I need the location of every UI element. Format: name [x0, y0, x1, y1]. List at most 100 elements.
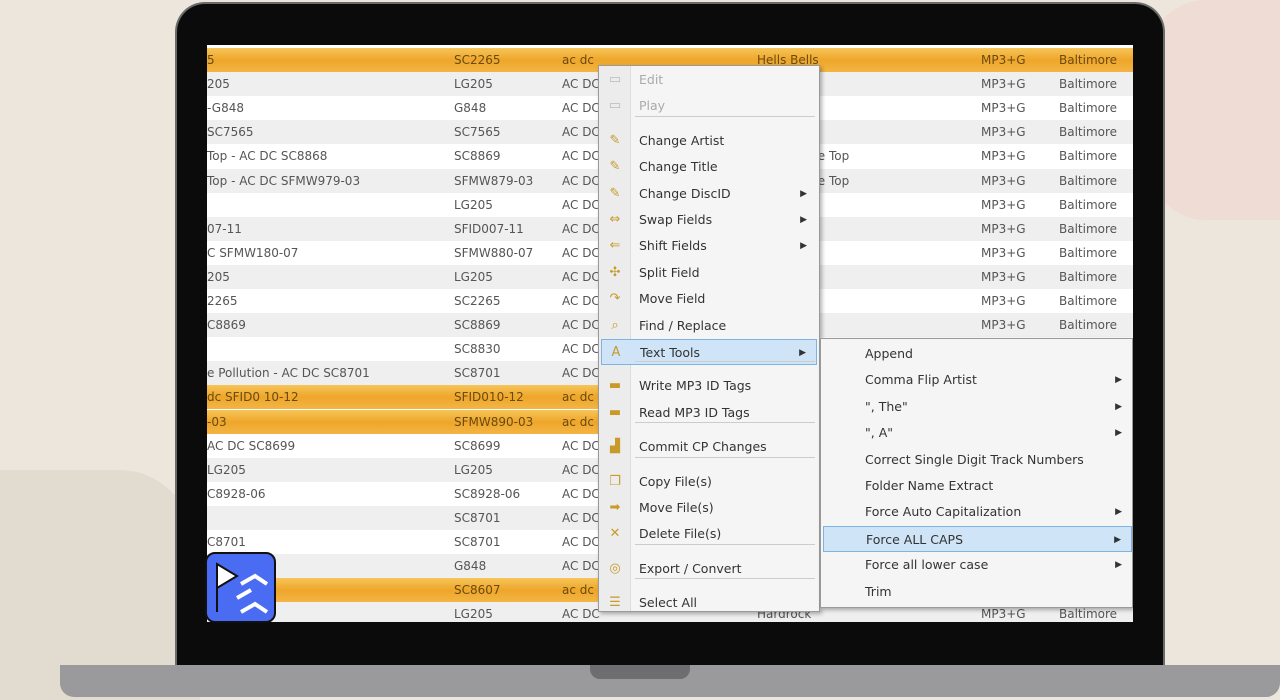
- move-icon: ↷: [609, 291, 621, 307]
- menu-item-label: Edit: [639, 72, 664, 87]
- cell-location: Baltimore: [1059, 77, 1118, 92]
- cell-artist: AC DC: [562, 269, 600, 284]
- menu-item-label: Change DiscID: [639, 185, 731, 201]
- menu-item-label: Append: [865, 346, 913, 361]
- menu-item-shift-fields[interactable]: ⇐ Shift Fields ▶: [601, 233, 817, 259]
- menu-item-a[interactable]: ", A" ▶: [823, 420, 1132, 446]
- cell-artist: AC DC: [562, 559, 600, 574]
- cell-artist: AC DC: [562, 535, 600, 549]
- cell-code: SC8701: [454, 366, 501, 381]
- menu-item-change-artist[interactable]: ✎ Change Artist: [601, 128, 817, 154]
- menu-item-label: Write MP3 ID Tags: [639, 378, 752, 394]
- cell-location: Baltimore: [1059, 318, 1118, 333]
- menu-item-the[interactable]: ", The" ▶: [823, 394, 1132, 420]
- cell-title: C8928-06: [207, 486, 266, 501]
- cell-title: C SFMW180-07: [207, 245, 299, 260]
- menu-separator: [635, 456, 815, 458]
- find-replace-icon: ⌕: [611, 317, 619, 333]
- context-menu: ▭ Edit ▭ Play ✎ Change Artist ✎ Change Title ✎ Ch…: [598, 65, 820, 612]
- cell-code: SC7565: [454, 125, 501, 140]
- cell-location: Baltimore: [1059, 101, 1118, 116]
- cell-artist: AC DC: [562, 342, 600, 357]
- menu-item-comma-flip-artist[interactable]: Comma Flip Artist ▶: [823, 367, 1132, 393]
- menu-item-label: Change Artist: [639, 132, 725, 148]
- cell-artist: AC DC: [562, 149, 600, 164]
- cell-location: Baltimore: [1059, 149, 1118, 164]
- cell-code: SC8869: [454, 318, 501, 333]
- submenu-arrow-icon: ▶: [1115, 375, 1122, 386]
- menu-item-move-field[interactable]: ↷ Move Field: [601, 286, 817, 312]
- menu-item-label: Change Title: [639, 159, 718, 175]
- cell-artist: AC DC: [562, 607, 600, 622]
- cell-artist: AC DC: [562, 486, 600, 501]
- menu-item-force-all-caps[interactable]: Force ALL CAPS ▶: [823, 525, 1132, 552]
- menu-item-copy-file-s[interactable]: ❐ Copy File(s): [601, 469, 817, 495]
- copy-icon: ❐: [609, 473, 621, 489]
- menu-item-change-discid[interactable]: ✎ Change DiscID ▶: [601, 181, 817, 207]
- cell-title: 5: [207, 53, 215, 67]
- menu-item-select-all[interactable]: ☰ Select All: [601, 590, 817, 616]
- shift-icon: ⇐: [609, 238, 621, 254]
- cell-title: C8869: [207, 318, 246, 333]
- cell-artist: AC DC: [562, 462, 600, 477]
- menu-item-label: Shift Fields: [639, 238, 707, 254]
- cell-artist: AC DC: [562, 173, 600, 188]
- submenu-arrow-icon: ▶: [1115, 428, 1122, 439]
- cell-code: SC8701: [454, 535, 501, 549]
- cell-code: SC8701: [454, 510, 501, 525]
- cell-title: C8701: [207, 535, 246, 549]
- cell-format: MP3+G: [981, 173, 1026, 188]
- cell-location: Baltimore: [1059, 294, 1118, 308]
- laptop-screen: 5 SC2265 ac dc Hells Bells MP3+G Baltimore 205…: [207, 45, 1133, 622]
- cell-code: LG205: [454, 197, 493, 212]
- cell-code: SC8607: [454, 583, 501, 598]
- cell-location: Baltimore: [1059, 269, 1118, 284]
- menu-item-folder-name-extract[interactable]: Folder Name Extract: [823, 473, 1132, 499]
- cell-code: SFMW879-03: [454, 173, 534, 188]
- cell-format: MP3+G: [981, 77, 1026, 92]
- menu-item-label: Select All: [639, 595, 698, 611]
- menu-item-edit[interactable]: ▭ Edit: [601, 67, 817, 93]
- menu-item-force-auto-capitalization[interactable]: Force Auto Capitalization ▶: [823, 499, 1132, 525]
- pencil-icon: ✎: [609, 132, 621, 148]
- cell-format: MP3+G: [981, 245, 1026, 260]
- menu-item-trim[interactable]: Trim: [823, 579, 1132, 605]
- commit-icon: ▟: [610, 439, 620, 455]
- text-tools-submenu: Append Comma Flip Artist ▶ ", The" ▶ ", A" ▶ Co…: [820, 338, 1133, 608]
- cell-code: SC8869: [454, 149, 501, 164]
- menu-item-split-field[interactable]: ✣ Split Field: [601, 260, 817, 286]
- cell-location: Baltimore: [1059, 125, 1118, 140]
- cell-code: G848: [454, 101, 487, 116]
- menu-item-change-title[interactable]: ✎ Change Title: [601, 154, 817, 180]
- menu-item-find-replace[interactable]: ⌕ Find / Replace: [601, 313, 817, 339]
- play-icon: ▭: [608, 98, 622, 114]
- laptop-notch: [590, 665, 690, 679]
- cell-code: SC2265: [454, 53, 501, 67]
- cell-title: 205: [207, 77, 230, 92]
- menu-item-append[interactable]: Append: [823, 341, 1132, 367]
- cell-title: dc SFID0 10-12: [207, 390, 299, 405]
- export-icon: ◎: [609, 560, 621, 576]
- menu-item-label: Move Field: [639, 291, 706, 307]
- menu-item-label: Force ALL CAPS: [866, 531, 963, 547]
- menu-item-force-all-lower-case[interactable]: Force all lower case ▶: [823, 552, 1132, 578]
- menu-item-swap-fields[interactable]: ⇔ Swap Fields ▶: [601, 207, 817, 233]
- select-all-icon: ☰: [609, 595, 621, 611]
- move-file-icon: ➡: [609, 500, 621, 515]
- menu-separator: [635, 543, 815, 545]
- delete-icon: ✕: [609, 526, 621, 542]
- cell-title: 07-11: [207, 221, 242, 236]
- menu-item-move-file-s[interactable]: ➡ Move File(s): [601, 495, 817, 521]
- menu-item-label: ", The": [865, 398, 908, 414]
- cell-artist: AC DC: [562, 221, 600, 236]
- menu-item-label: Split Field: [639, 264, 700, 280]
- cell-artist: AC DC: [562, 245, 600, 260]
- cell-artist: AC DC: [562, 366, 600, 381]
- cell-title: SC7565: [207, 125, 254, 140]
- menu-item-write-mp3-id-tags[interactable]: ▬ Write MP3 ID Tags: [601, 373, 817, 399]
- cell-code: SC8699: [454, 438, 501, 453]
- menu-item-correct-single-digit-track-numbers[interactable]: Correct Single Digit Track Numbers: [823, 447, 1132, 473]
- pencil-icon: ✎: [609, 159, 621, 175]
- cell-artist: AC DC: [562, 125, 600, 140]
- cell-location: Baltimore: [1059, 221, 1118, 236]
